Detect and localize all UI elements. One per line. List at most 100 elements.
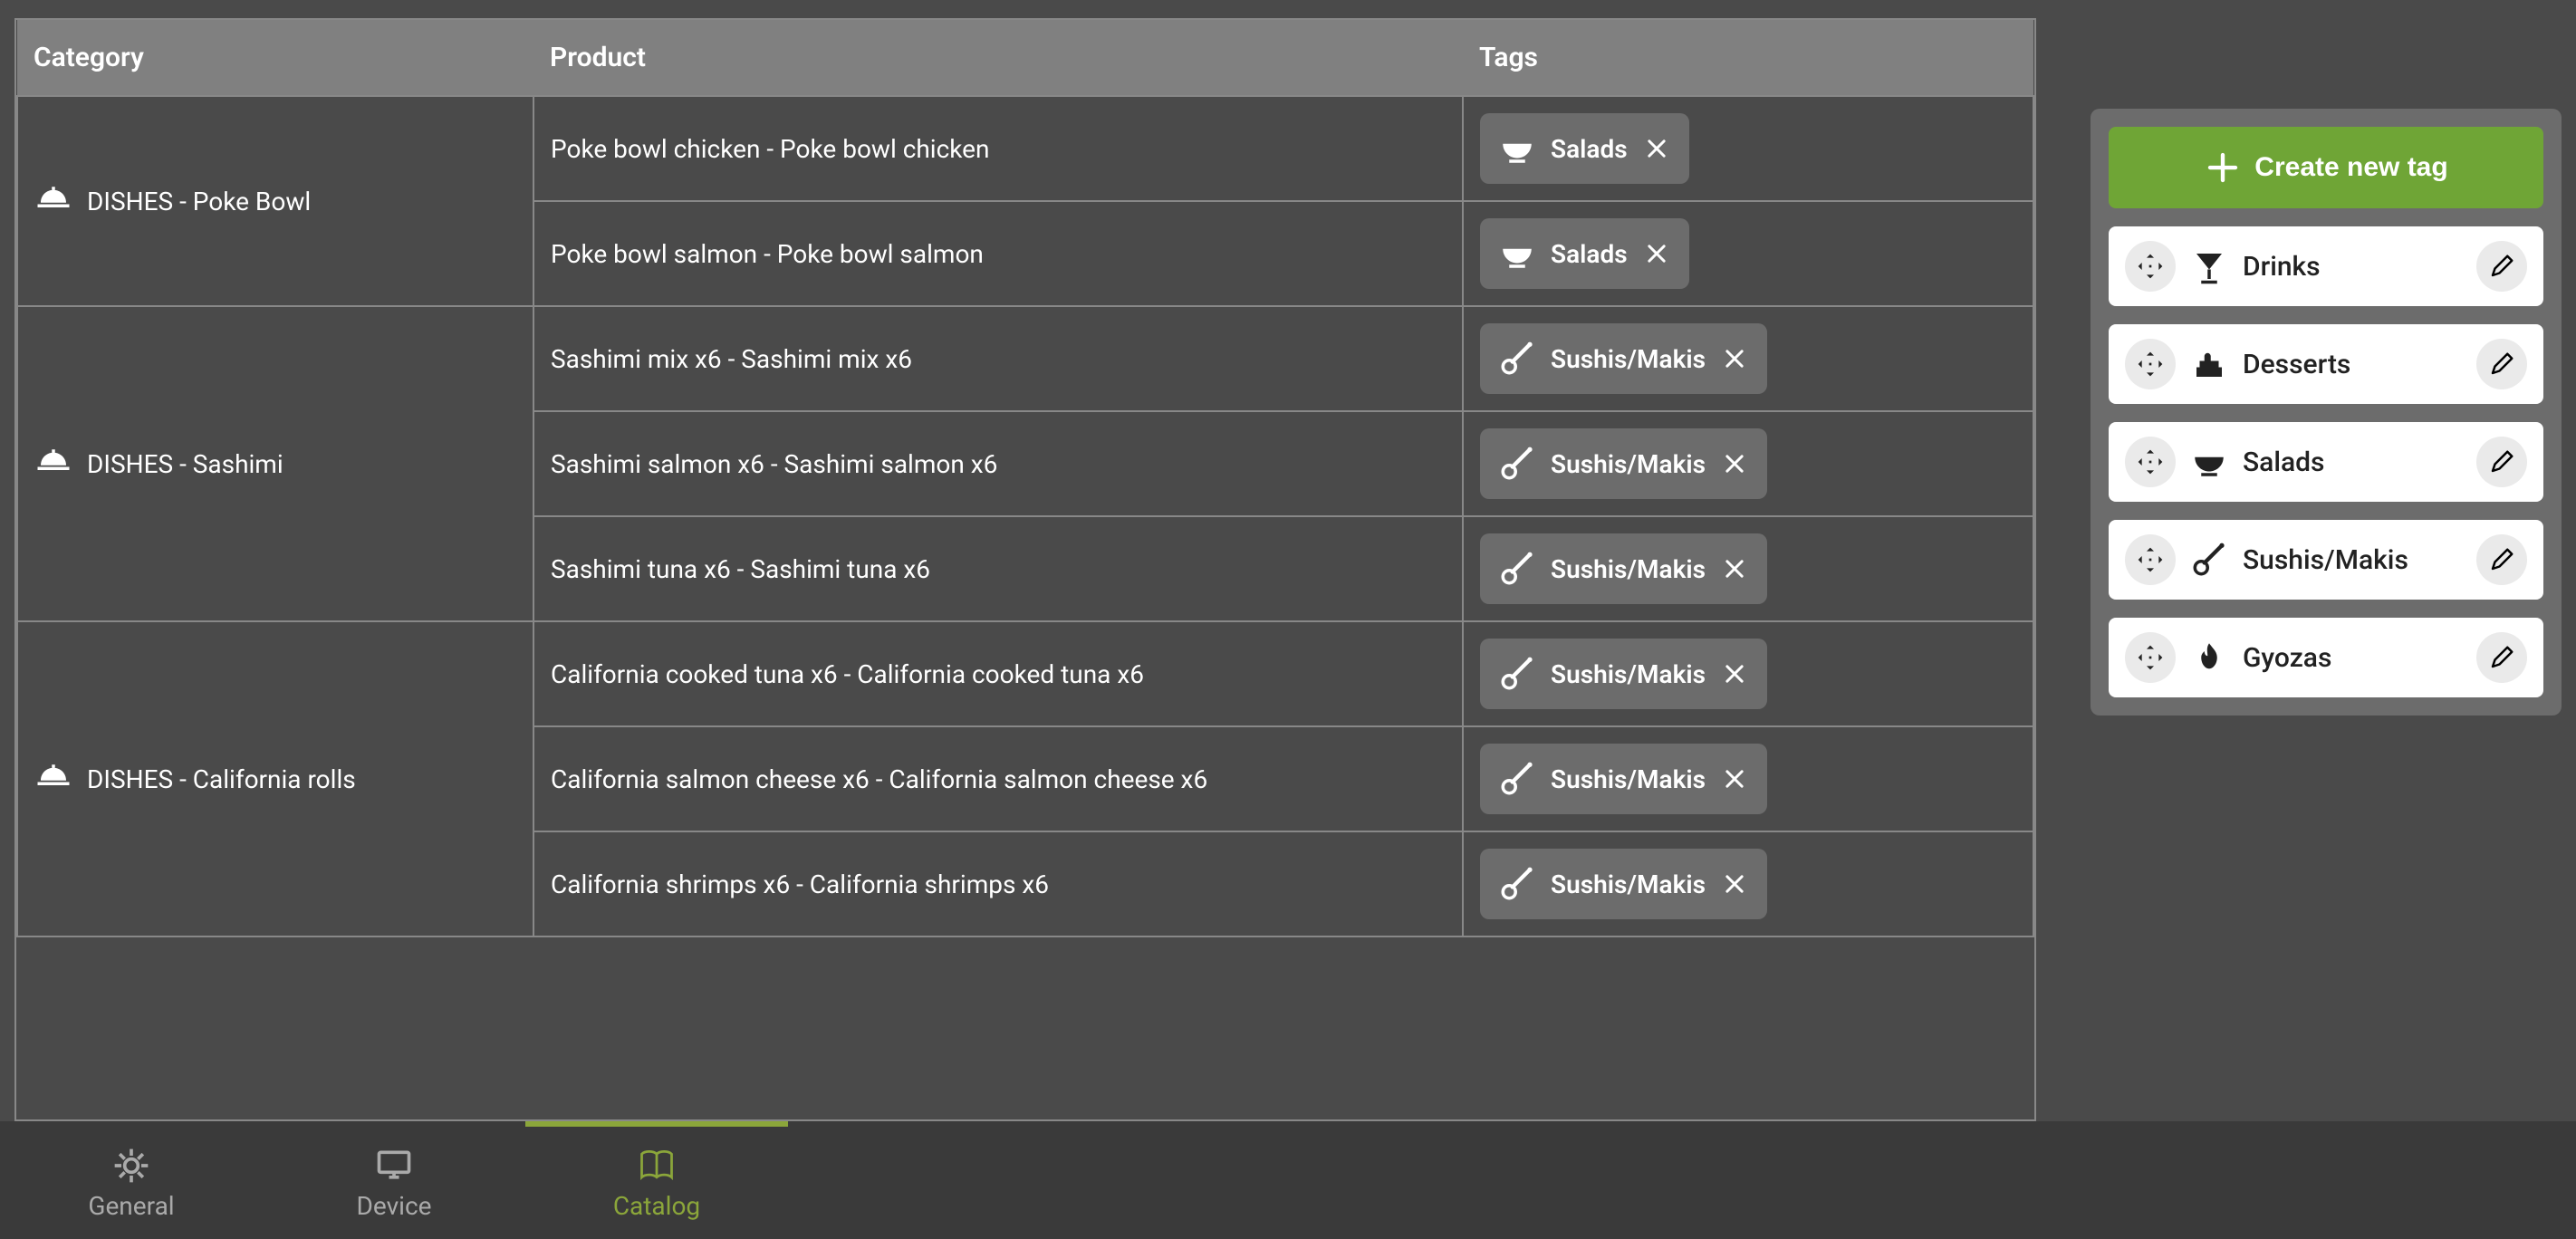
tags-cell: Sushis/Makis <box>1463 306 2033 411</box>
edit-tag-button[interactable] <box>2476 339 2527 389</box>
drag-handle[interactable] <box>2125 437 2176 487</box>
category-cell: DISHES - Sashimi <box>17 306 533 621</box>
tag-chip-label: Sushis/Makis <box>1551 869 1706 899</box>
col-header-category: Category <box>17 20 533 96</box>
move-icon <box>2136 252 2165 281</box>
tag-chip[interactable]: Sushis/Makis <box>1480 323 1767 394</box>
tags-cell: Salads <box>1463 96 2033 201</box>
bowl-icon <box>2190 443 2228 481</box>
move-icon <box>2136 545 2165 574</box>
catalog-table-scroll[interactable]: Category Product Tags DISHES - Poke Bowl… <box>14 18 2036 1121</box>
close-icon <box>1722 661 1747 687</box>
tag-chip[interactable]: Salads <box>1480 218 1689 289</box>
tags-cell: Sushis/Makis <box>1463 621 2033 726</box>
tag-chip-label: Sushis/Makis <box>1551 764 1706 794</box>
nav-tab-general[interactable]: General <box>0 1121 263 1239</box>
tag-card: Drinks <box>2109 226 2543 306</box>
close-icon <box>1722 556 1747 581</box>
product-cell: California shrimps x6 - California shrim… <box>533 831 1463 936</box>
tag-card-label: Drinks <box>2243 251 2462 283</box>
sushi-icon <box>1498 340 1536 378</box>
category-cell: DISHES - California rolls <box>17 621 533 936</box>
dish-icon <box>34 445 72 483</box>
edit-tag-button[interactable] <box>2476 241 2527 292</box>
tag-chip[interactable]: Sushis/Makis <box>1480 533 1767 604</box>
tags-cell: Salads <box>1463 201 2033 306</box>
bowl-icon <box>1498 130 1536 168</box>
tags-cell: Sushis/Makis <box>1463 726 2033 831</box>
nav-tab-catalog[interactable]: Catalog <box>525 1121 788 1239</box>
drag-handle[interactable] <box>2125 534 2176 585</box>
col-header-product: Product <box>533 20 1463 96</box>
remove-tag-button[interactable] <box>1720 869 1749 898</box>
bottom-nav: General Device Catalog <box>0 1121 2576 1239</box>
close-icon <box>1722 766 1747 792</box>
tag-chip[interactable]: Salads <box>1480 113 1689 184</box>
nav-tab-device-label: Device <box>357 1191 432 1221</box>
tag-card: Desserts <box>2109 324 2543 404</box>
tags-cell: Sushis/Makis <box>1463 411 2033 516</box>
tags-sidebar: Create new tag Drinks Desserts Salads Su… <box>2091 18 2562 1121</box>
catalog-table: Category Product Tags DISHES - Poke Bowl… <box>16 20 2034 937</box>
remove-tag-button[interactable] <box>1642 239 1671 268</box>
tag-chip[interactable]: Sushis/Makis <box>1480 849 1767 919</box>
remove-tag-button[interactable] <box>1720 449 1749 478</box>
category-label: DISHES - Poke Bowl <box>87 187 311 216</box>
cake-icon <box>2190 345 2228 383</box>
move-icon <box>2136 350 2165 379</box>
remove-tag-button[interactable] <box>1720 659 1749 688</box>
create-new-tag-label: Create new tag <box>2254 152 2447 183</box>
tag-chip-label: Sushis/Makis <box>1551 449 1706 479</box>
tag-chip-label: Sushis/Makis <box>1551 344 1706 374</box>
table-row: DISHES - California rolls California coo… <box>17 621 2033 726</box>
nav-tab-device[interactable]: Device <box>263 1121 525 1239</box>
nav-tab-catalog-label: Catalog <box>613 1191 700 1221</box>
remove-tag-button[interactable] <box>1642 134 1671 163</box>
sushi-icon <box>1498 445 1536 483</box>
drag-handle[interactable] <box>2125 632 2176 683</box>
sushi-icon <box>2190 541 2228 579</box>
drink-icon <box>2190 247 2228 285</box>
dish-icon <box>34 760 72 798</box>
bowl-icon <box>1498 235 1536 273</box>
tag-chip[interactable]: Sushis/Makis <box>1480 744 1767 814</box>
sushi-icon <box>1498 655 1536 693</box>
close-icon <box>1644 241 1669 266</box>
sushi-icon <box>1498 865 1536 903</box>
pencil-icon <box>2488 448 2515 475</box>
edit-tag-button[interactable] <box>2476 534 2527 585</box>
tag-card: Sushis/Makis <box>2109 520 2543 600</box>
tag-chip[interactable]: Sushis/Makis <box>1480 639 1767 709</box>
book-icon <box>637 1146 677 1186</box>
product-cell: California cooked tuna x6 - California c… <box>533 621 1463 726</box>
close-icon <box>1722 451 1747 476</box>
close-icon <box>1644 136 1669 161</box>
remove-tag-button[interactable] <box>1720 554 1749 583</box>
tag-chip-label: Sushis/Makis <box>1551 554 1706 584</box>
plus-icon <box>2204 149 2242 187</box>
drag-handle[interactable] <box>2125 339 2176 389</box>
remove-tag-button[interactable] <box>1720 344 1749 373</box>
tag-card-label: Gyozas <box>2243 642 2462 674</box>
sushi-icon <box>1498 760 1536 798</box>
monitor-icon <box>374 1146 414 1186</box>
category-cell: DISHES - Poke Bowl <box>17 96 533 306</box>
product-cell: Sashimi salmon x6 - Sashimi salmon x6 <box>533 411 1463 516</box>
edit-tag-button[interactable] <box>2476 437 2527 487</box>
tags-cell: Sushis/Makis <box>1463 831 2033 936</box>
tag-chip-label: Salads <box>1551 134 1628 164</box>
nav-tab-general-label: General <box>88 1191 174 1221</box>
tag-card: Salads <box>2109 422 2543 502</box>
product-cell: Sashimi tuna x6 - Sashimi tuna x6 <box>533 516 1463 621</box>
edit-tag-button[interactable] <box>2476 632 2527 683</box>
create-new-tag-button[interactable]: Create new tag <box>2109 127 2543 208</box>
tag-chip[interactable]: Sushis/Makis <box>1480 428 1767 499</box>
product-cell: Sashimi mix x6 - Sashimi mix x6 <box>533 306 1463 411</box>
remove-tag-button[interactable] <box>1720 764 1749 793</box>
drag-handle[interactable] <box>2125 241 2176 292</box>
table-row: DISHES - Poke Bowl Poke bowl chicken - P… <box>17 96 2033 201</box>
pencil-icon <box>2488 253 2515 280</box>
tag-card-label: Salads <box>2243 447 2462 478</box>
catalog-table-container: Category Product Tags DISHES - Poke Bowl… <box>14 18 2036 1121</box>
product-cell: California salmon cheese x6 - California… <box>533 726 1463 831</box>
